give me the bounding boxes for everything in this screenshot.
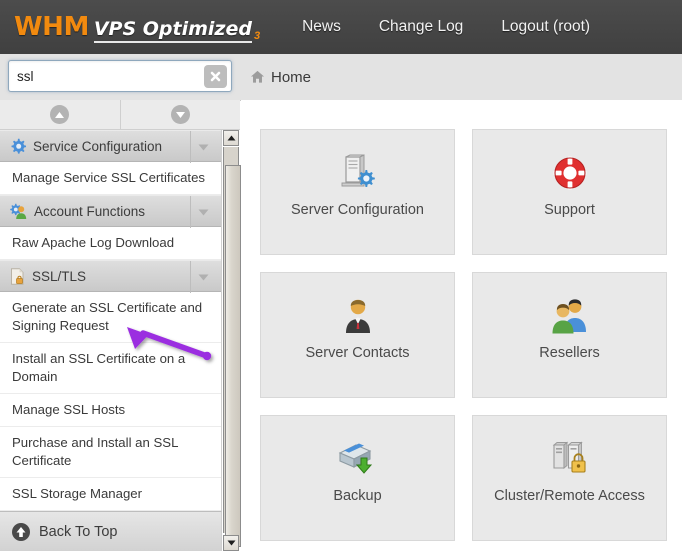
sidebar-item-purchase-install-ssl[interactable]: Purchase and Install an SSL Certificate	[0, 427, 221, 478]
tile-label: Cluster/Remote Access	[494, 488, 645, 504]
chevron-down-icon[interactable]	[190, 131, 215, 163]
nav-logout[interactable]: Logout (root)	[501, 18, 590, 36]
search-row: Home	[0, 54, 682, 101]
sidebar-item-manage-ssl-hosts[interactable]: Manage SSL Hosts	[0, 394, 221, 427]
chevron-down-icon[interactable]	[190, 261, 215, 293]
tile-support[interactable]: Support	[472, 129, 667, 255]
tile-backup[interactable]: Backup	[260, 415, 455, 541]
sidebar-item-generate-ssl-certificate[interactable]: Generate an SSL Certificate and Signing …	[0, 292, 221, 343]
servers-lock-icon	[550, 438, 590, 480]
backup-download-icon	[337, 438, 379, 480]
scrollbar-up-arrow-icon[interactable]	[223, 130, 239, 146]
scrollbar-thumb[interactable]	[225, 165, 241, 547]
person-icon	[342, 295, 374, 337]
scrollbar-down-arrow-icon[interactable]	[223, 535, 239, 551]
top-navigation: News Change Log Logout (root)	[302, 18, 590, 36]
sidebar-menu: Service Configuration Manage Service SSL…	[0, 130, 222, 551]
circle-down-arrow-icon	[171, 105, 190, 124]
sidebar-scroll-up-button[interactable]	[0, 100, 120, 129]
sidebar-item-manage-service-ssl-certificates[interactable]: Manage Service SSL Certificates	[0, 162, 221, 195]
breadcrumb-label: Home	[271, 69, 311, 86]
sidebar-item-ssl-storage-manager[interactable]: SSL Storage Manager	[0, 478, 221, 511]
user-gear-icon	[10, 203, 27, 219]
circle-up-arrow-icon	[50, 105, 69, 124]
logo-whm-text: WHM	[14, 12, 89, 42]
sidebar-group-label: SSL/TLS	[32, 269, 86, 284]
sidebar-item-install-ssl-certificate[interactable]: Install an SSL Certificate on a Domain	[0, 343, 221, 394]
sidebar-scroll-down-button[interactable]	[120, 100, 241, 129]
close-icon	[209, 70, 222, 83]
tile-server-configuration[interactable]: Server Configuration	[260, 129, 455, 255]
search-box[interactable]	[8, 60, 232, 92]
logo-subtitle-text: VPS Optimized	[94, 18, 252, 43]
tile-server-contacts[interactable]: Server Contacts	[260, 272, 455, 398]
scrollbar-track[interactable]	[223, 147, 239, 533]
sidebar-group-service-configuration[interactable]: Service Configuration	[0, 130, 221, 162]
chevron-down-icon[interactable]	[190, 196, 215, 228]
home-icon	[250, 70, 265, 84]
logo-version-text: 3	[254, 30, 260, 42]
gear-icon	[10, 138, 26, 154]
sidebar-scroll-buttons	[0, 100, 240, 130]
document-lock-icon	[10, 268, 25, 285]
tile-label: Resellers	[539, 345, 599, 361]
sidebar-item-raw-apache-log-download[interactable]: Raw Apache Log Download	[0, 227, 221, 260]
sidebar-group-label: Account Functions	[34, 204, 145, 219]
tile-label: Server Contacts	[306, 345, 410, 361]
back-to-top-label: Back To Top	[39, 524, 117, 540]
search-clear-button[interactable]	[204, 65, 227, 88]
tile-grid: Server Configuration Support	[260, 129, 680, 541]
lifebuoy-icon	[553, 152, 587, 194]
tile-resellers[interactable]: Resellers	[472, 272, 667, 398]
back-to-top-button[interactable]: Back To Top	[0, 511, 222, 551]
circle-up-arrow-icon	[11, 522, 31, 542]
sidebar-scrollbar[interactable]	[222, 130, 240, 551]
main-content-panel: Server Configuration Support	[241, 100, 682, 551]
sidebar-group-ssl-tls[interactable]: SSL/TLS	[0, 260, 221, 292]
people-icon	[551, 295, 589, 337]
whm-application-window: WHM VPS Optimized 3 News Change Log Logo…	[0, 0, 682, 551]
breadcrumb[interactable]: Home	[250, 54, 311, 100]
top-header-bar: WHM VPS Optimized 3 News Change Log Logo…	[0, 0, 682, 54]
nav-news[interactable]: News	[302, 18, 341, 36]
tile-label: Backup	[333, 488, 381, 504]
tile-label: Support	[544, 202, 595, 218]
server-gear-icon	[338, 152, 378, 194]
whm-logo[interactable]: WHM VPS Optimized 3	[14, 12, 260, 43]
tile-cluster-remote-access[interactable]: Cluster/Remote Access	[472, 415, 667, 541]
nav-change-log[interactable]: Change Log	[379, 18, 463, 36]
sidebar-group-label: Service Configuration	[33, 139, 162, 154]
search-input[interactable]	[17, 69, 177, 84]
sidebar-group-account-functions[interactable]: Account Functions	[0, 195, 221, 227]
tile-label: Server Configuration	[291, 202, 424, 218]
